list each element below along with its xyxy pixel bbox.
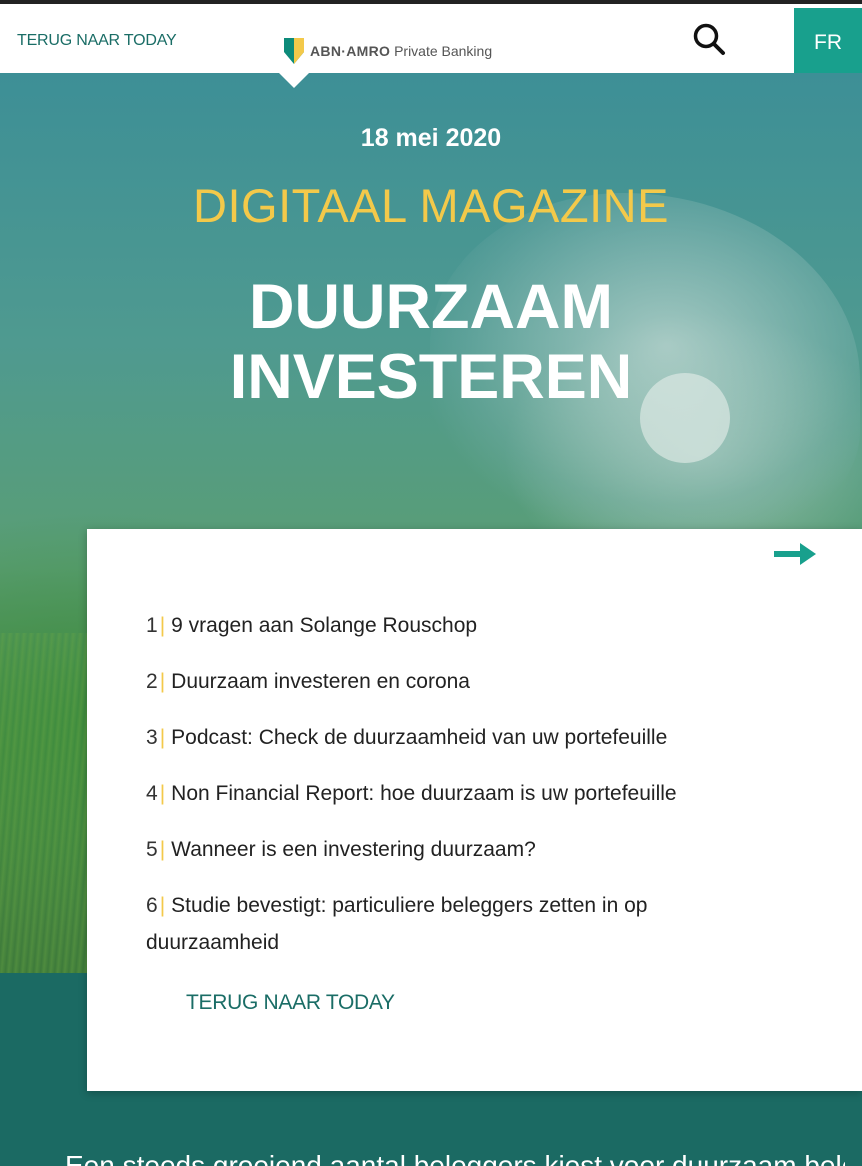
toc-item-4[interactable]: 4| Non Financial Report: hoe duurzaam is … xyxy=(146,775,766,812)
toc-label: Non Financial Report: hoe duurzaam is uw… xyxy=(171,782,677,805)
separator: | xyxy=(159,838,166,861)
logo-brand: ABN·AMRO xyxy=(310,43,391,59)
logo-text: ABN·AMRO Private Banking xyxy=(310,43,492,59)
logo-suffix: Private Banking xyxy=(394,43,493,59)
toc-number: 6 xyxy=(146,894,158,917)
separator: | xyxy=(159,894,166,917)
toc-label: Duurzaam investeren en corona xyxy=(171,670,470,693)
title-line-2: INVESTEREN xyxy=(229,342,633,412)
toc-item-1[interactable]: 1| 9 vragen aan Solange Rouschop xyxy=(146,607,766,644)
page-title: DUURZAAM INVESTEREN xyxy=(0,272,862,412)
separator: | xyxy=(159,670,166,693)
toc-number: 5 xyxy=(146,838,158,861)
back-to-today-link[interactable]: TERUG NAAR TODAY xyxy=(17,32,177,50)
shield-icon xyxy=(284,38,304,64)
separator: | xyxy=(159,782,166,805)
separator: | xyxy=(159,726,166,749)
title-line-1: DUURZAAM xyxy=(249,272,613,342)
back-to-today-bottom-link[interactable]: TERUG NAAR TODAY xyxy=(186,991,395,1015)
issue-date: 18 mei 2020 xyxy=(360,124,502,152)
toc-number: 3 xyxy=(146,726,158,749)
site-header: TERUG NAAR TODAY ABN·AMRO Private Bankin… xyxy=(0,4,862,77)
intro-text: Een steeds groeiend aantal beleggers kie… xyxy=(65,1150,845,1166)
toc-label: Studie bevestigt: particuliere beleggers… xyxy=(146,894,648,954)
toc-label: Wanneer is een investering duurzaam? xyxy=(171,838,536,861)
toc-number: 2 xyxy=(146,670,158,693)
toc-item-5[interactable]: 5| Wanneer is een investering duurzaam? xyxy=(146,831,766,868)
magazine-label: DIGITAAL MAGAZINE xyxy=(193,179,669,232)
toc-item-6[interactable]: 6| Studie bevestigt: particuliere belegge… xyxy=(146,887,766,961)
header-caret xyxy=(279,73,309,88)
table-of-contents-card: 1| 9 vragen aan Solange Rouschop 2| Duurza… xyxy=(87,529,862,1091)
toc-number: 1 xyxy=(146,614,158,637)
toc-label: Podcast: Check de duurzaamheid van uw po… xyxy=(171,726,668,749)
separator: | xyxy=(159,614,166,637)
abn-amro-logo[interactable]: ABN·AMRO Private Banking xyxy=(284,38,492,64)
search-icon[interactable] xyxy=(692,22,726,56)
toc-label: 9 vragen aan Solange Rouschop xyxy=(171,614,478,637)
language-toggle-button[interactable]: FR xyxy=(794,8,862,77)
toc-number: 4 xyxy=(146,782,158,805)
arrow-right-icon[interactable] xyxy=(774,541,818,567)
toc-item-3[interactable]: 3| Podcast: Check de duurzaamheid van uw … xyxy=(146,719,766,756)
toc-list: 1| 9 vragen aan Solange Rouschop 2| Duurza… xyxy=(146,607,766,980)
toc-item-2[interactable]: 2| Duurzaam investeren en corona xyxy=(146,663,766,700)
